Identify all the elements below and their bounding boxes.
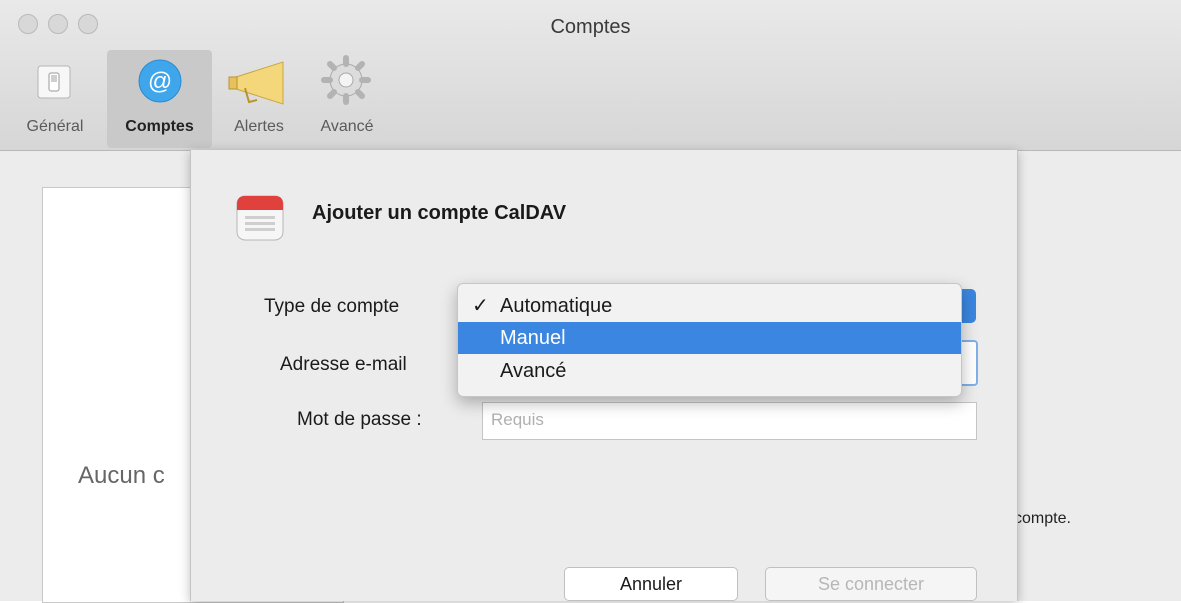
tab-alertes-label: Alertes xyxy=(234,118,284,135)
at-sign-icon: @ xyxy=(138,59,182,103)
email-label: Adresse e-mail xyxy=(280,354,407,375)
account-type-label: Type de compte xyxy=(264,296,400,317)
tab-general-label: Général xyxy=(26,118,84,135)
menu-item-avance[interactable]: Avancé xyxy=(458,355,961,387)
menu-item-automatique[interactable]: ✓ Automatique xyxy=(458,290,961,322)
cancel-button[interactable]: Annuler xyxy=(564,567,738,601)
connect-button[interactable]: Se connecter xyxy=(765,567,977,601)
password-field[interactable]: Requis xyxy=(482,402,977,440)
accounts-hint-text: compte. xyxy=(1014,510,1071,527)
menu-item-label: Automatique xyxy=(500,295,613,317)
tab-general[interactable]: Général xyxy=(6,50,104,148)
tab-avance-label: Avancé xyxy=(320,118,374,135)
svg-text:@: @ xyxy=(148,68,172,95)
tab-comptes[interactable]: @ Comptes xyxy=(107,50,212,148)
tab-alertes[interactable]: Alertes xyxy=(215,50,303,148)
menu-item-label: Manuel xyxy=(500,327,566,349)
password-placeholder: Requis xyxy=(491,410,544,429)
switch-icon xyxy=(37,65,71,99)
window-title: Comptes xyxy=(550,16,631,38)
account-type-menu[interactable]: ✓ Automatique Manuel Avancé xyxy=(457,283,962,397)
tab-avance[interactable]: Avancé xyxy=(306,50,388,148)
empty-accounts-text: Aucun c xyxy=(78,462,165,489)
tab-comptes-label: Comptes xyxy=(125,118,194,135)
password-label: Mot de passe : xyxy=(297,409,422,430)
gear-icon xyxy=(321,55,371,105)
email-field[interactable] xyxy=(962,340,978,386)
calendar-icon xyxy=(236,195,284,241)
menu-item-label: Avancé xyxy=(500,360,567,382)
account-type-stepper[interactable] xyxy=(962,289,976,323)
window-toolbar: Comptes Général @ Comptes Alertes Avancé xyxy=(0,0,1181,151)
menu-item-manuel[interactable]: Manuel xyxy=(458,322,961,354)
checkmark-icon: ✓ xyxy=(472,295,489,317)
megaphone-icon xyxy=(228,61,284,105)
sheet-title: Ajouter un compte CalDAV xyxy=(312,202,567,224)
